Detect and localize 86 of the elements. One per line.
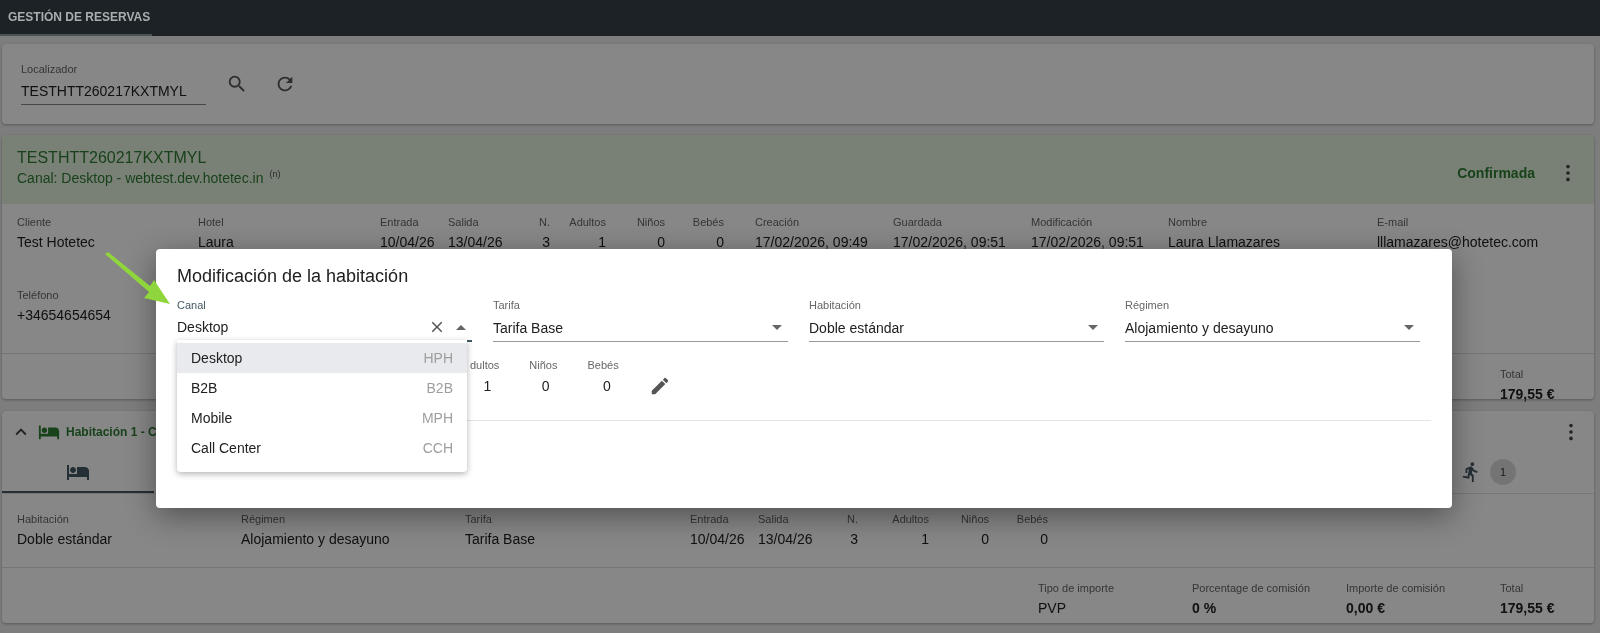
detail-value: 0 [980,529,989,548]
booking-locator: TESTHTT260217KXTMYL [17,149,208,167]
amount-label: Importe de comisión [1346,582,1447,596]
detail-label: Hotel [198,216,225,229]
detail-value: 1 [920,529,929,548]
detail-label: Creación [755,216,801,229]
detail-value: Laura Llamazares [1168,233,1282,251]
detail-value: 0 [1039,529,1048,548]
pointer-arrow [104,252,172,306]
detail-value: Test Hotetec [17,233,96,251]
detail-label: Tarifa [465,512,493,526]
detail-label: Habitación [17,512,70,526]
detail-value: lllamazares@hotetec.com [1377,233,1540,251]
detail-value: 17/02/2026, 09:51 [893,233,1007,251]
detail-label: Niños [635,216,665,229]
detail-label: Bebés [587,359,619,372]
count-badge: 1 [1490,459,1516,486]
detail-label: Bebés [1015,512,1048,526]
detail-label: dultos [470,359,500,372]
select-field[interactable]: Tarifa Base [493,317,788,342]
dialog-title: Modificación de la habitación [177,265,410,287]
detail-value: 10/04/26 [380,233,436,251]
dropdown-option[interactable]: Desktop HPH [177,343,467,373]
detail-label: Bebés [691,216,724,229]
amount-value: PVP [1038,599,1067,618]
field-label: Tarifa [493,299,521,312]
detail-value: Laura [198,233,235,251]
detail-value: 17/02/2026, 09:51 [1031,233,1145,251]
amount-label: Total [1500,368,1525,381]
channel-text: Canal: Desktop - webtest.dev.hotetec.in [17,170,264,186]
detail-label: Entrada [690,512,730,526]
detail-value: 3 [541,233,550,251]
amount-value: 179,55 € [1500,385,1556,403]
detail-label: Salida [448,216,480,229]
detail-value: Alojamiento y desayuno [241,529,391,548]
detail-label: Entrada [380,216,420,229]
nav-tab[interactable]: GESTIÓN DE RESERVAS [0,0,152,36]
detail-label: Nombre [1168,216,1209,229]
field-label: Régimen [1125,299,1171,312]
note-mark: (n) [269,169,281,181]
amount-label: Porcentage de comisión [1192,582,1311,596]
field-label: Habitación [809,299,862,312]
detail-value: 1 [597,233,606,251]
detail-label: Niños [529,359,558,372]
detail-label: Niños [959,512,989,526]
detail-label: N. [846,512,858,526]
detail-value: +34654654654 [17,306,112,324]
dropdown-option[interactable]: B2B B2B [177,373,467,403]
detail-label: Régimen [241,512,287,526]
detail-value: 0 [715,233,724,251]
detail-label: Adultos [568,216,606,229]
select-field[interactable]: Alojamiento y desayuno [1125,317,1420,342]
detail-value: 10/04/26 [690,529,746,548]
detail-label: Guardada [893,216,943,229]
field-label: Localizador [21,63,79,76]
detail-value: 0 [540,377,551,395]
guests-tab[interactable]: 1 [1460,453,1516,493]
field-label: Canal [177,299,207,312]
dropdown-option[interactable]: Mobile MPH [177,403,467,433]
room-title: Habitación 1 - C [66,425,157,440]
detail-label: Teléfono [17,289,60,302]
detail-label: Salida [758,512,790,526]
detail-value: 0 [656,233,665,251]
dropdown-option[interactable]: Call Center CCH [177,433,467,463]
detail-value: 13/04/26 [448,233,504,251]
detail-value: Tarifa Base [465,529,537,548]
amount-value: 0 % [1192,599,1218,618]
detail-label: N. [538,216,550,229]
detail-value: 13/04/26 [758,529,814,548]
detail-label: Adultos [891,512,929,526]
detail-value: 3 [849,529,858,548]
amount-value: 179,55 € [1500,599,1556,618]
status-label: Confirmada [1457,165,1535,181]
detail-label: E-mail [1377,216,1410,229]
amount-value: 0,00 € [1346,599,1386,618]
detail-value: Doble estándar [17,529,113,548]
locator-field[interactable]: TESTHTT260217KXTMYL [21,79,206,105]
amount-label: Total [1500,582,1525,596]
search-icon[interactable] [226,73,248,95]
select-field[interactable]: Doble estándar [809,317,1104,342]
amount-label: Tipo de importe [1038,582,1116,596]
detail-label: Cliente [17,216,53,229]
detail-value: 0 [601,377,612,395]
detail-label: Modificación [1031,216,1094,229]
detail-value: 1 [482,377,493,395]
detail-value: 17/02/2026, 09:49 [755,233,869,251]
